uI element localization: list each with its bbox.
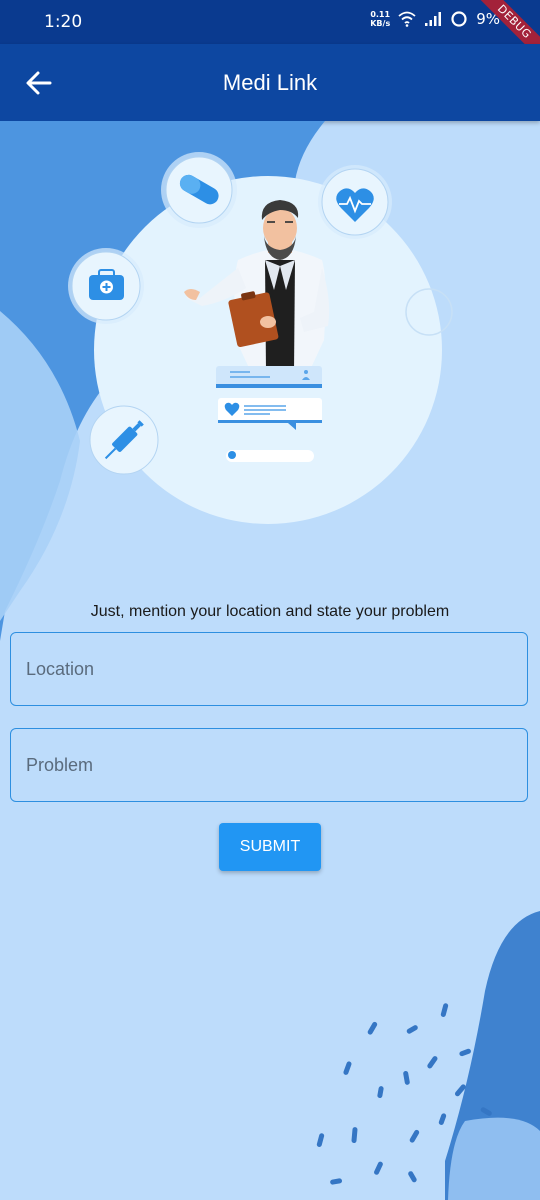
location-field	[10, 632, 528, 706]
status-icons: 0.11 KB/s 9%	[370, 10, 500, 28]
signal-icon	[425, 12, 442, 26]
status-bar: 1:20 0.11 KB/s 9% DEBUG	[0, 0, 540, 71]
problem-field	[10, 728, 528, 802]
doctor-illustration	[68, 152, 453, 524]
syringe-icon	[89, 405, 159, 475]
instruction-text: Just, mention your location and state yo…	[90, 603, 450, 620]
medical-kit-icon	[68, 248, 144, 324]
status-time: 1:20	[44, 12, 83, 32]
battery-saver-icon	[451, 11, 467, 27]
submit-button[interactable]: SUBMIT	[219, 823, 321, 871]
app-bar: Medi Link	[0, 44, 540, 121]
heartbeat-icon	[318, 165, 392, 239]
network-speed-unit: KB/s	[370, 19, 391, 28]
network-speed: 0.11 KB/s	[370, 10, 390, 28]
location-input[interactable]	[11, 633, 527, 705]
problem-input[interactable]	[11, 729, 527, 801]
network-speed-value: 0.11	[370, 10, 391, 19]
wifi-icon	[398, 11, 416, 27]
pill-icon	[161, 152, 237, 228]
page-title: Medi Link	[222, 70, 318, 95]
